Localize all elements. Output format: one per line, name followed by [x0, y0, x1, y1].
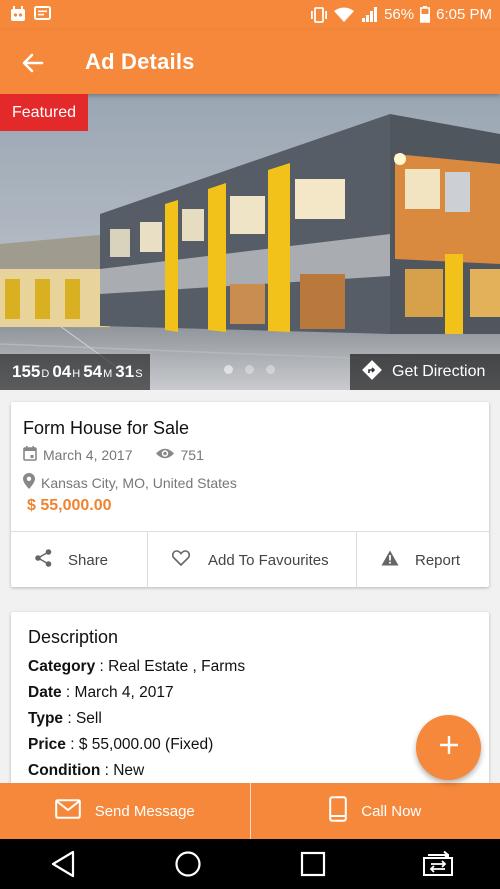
description-key: Category — [28, 658, 96, 675]
page-title: Ad Details — [85, 49, 195, 74]
view-count: 751 — [180, 447, 204, 463]
countdown-minutes: 54 — [83, 362, 103, 381]
call-now-label: Call Now — [361, 802, 422, 820]
add-to-favourites-button[interactable]: Add To Favourites — [148, 532, 357, 588]
wifi-icon — [334, 7, 355, 23]
system-nav-bar — [0, 839, 500, 889]
ad-summary-card: Form House for Sale March 4, 2017 751 Ka… — [11, 402, 489, 588]
description-row-type: Type : Sell — [28, 710, 102, 728]
description-key: Date — [28, 684, 62, 701]
eye-icon — [155, 447, 175, 463]
ad-actions: Share Add To Favourites Report — [11, 531, 489, 588]
countdown-hours-unit: H — [72, 368, 81, 380]
carousel-dot[interactable] — [245, 365, 254, 374]
get-direction-button[interactable]: Get Direction — [350, 354, 500, 390]
countdown-timer: 155D 04H 54M 31S — [0, 354, 150, 390]
description-row-condition: Condition : New — [28, 762, 144, 780]
nav-back-icon[interactable] — [43, 846, 83, 882]
description-row-price: Price : $ 55,000.00 (Fixed) — [28, 736, 213, 754]
share-label: Share — [68, 551, 109, 569]
carousel-indicator — [224, 365, 275, 374]
app-bar: Ad Details — [0, 30, 500, 94]
signal-icon — [360, 6, 378, 23]
add-to-favourites-label: Add To Favourites — [208, 551, 329, 569]
report-button[interactable]: Report — [357, 532, 489, 588]
status-bar: 56% 6:05 PM — [0, 0, 500, 30]
ad-date: March 4, 2017 — [43, 447, 133, 463]
countdown-days-unit: D — [41, 368, 50, 380]
description-value: : Real Estate , Farms — [95, 658, 246, 675]
nav-home-icon[interactable] — [168, 846, 208, 882]
countdown-days: 155 — [12, 362, 41, 381]
description-value: : Sell — [63, 710, 102, 727]
calendar-icon — [23, 446, 37, 464]
heart-icon — [171, 550, 191, 570]
share-icon — [35, 549, 52, 571]
warning-icon — [381, 550, 399, 570]
app-notification-icon — [10, 6, 26, 22]
description-card: Description Category : Real Estate , Far… — [11, 612, 489, 802]
nav-switch-icon[interactable] — [418, 846, 458, 882]
countdown-seconds-unit: S — [135, 368, 143, 380]
envelope-icon — [54, 799, 81, 823]
description-row-category: Category : Real Estate , Farms — [28, 658, 245, 676]
battery-icon — [420, 6, 431, 23]
nav-recents-icon[interactable] — [293, 846, 333, 882]
ad-price: $ 55,000.00 — [27, 497, 112, 514]
location-text: Kansas City, MO, United States — [41, 474, 237, 491]
description-value: : New — [100, 762, 145, 779]
directions-icon — [362, 359, 382, 385]
add-fab-button[interactable] — [416, 715, 481, 780]
ad-image-carousel[interactable]: Featured 155D 04H 54M 31S Get Direction — [0, 94, 500, 390]
send-message-label: Send Message — [94, 802, 195, 820]
message-notification-icon — [34, 6, 52, 22]
building-photo — [0, 94, 500, 390]
ad-title: Form House for Sale — [23, 418, 190, 438]
featured-badge: Featured — [0, 94, 89, 131]
description-row-date: Date : March 4, 2017 — [28, 684, 174, 702]
contact-bar: Send Message Call Now — [0, 783, 500, 839]
description-value: : March 4, 2017 — [61, 684, 174, 701]
ad-meta: March 4, 2017 751 — [23, 446, 204, 464]
description-key: Type — [28, 710, 64, 727]
ad-location: Kansas City, MO, United States — [23, 473, 237, 492]
location-pin-icon — [23, 473, 35, 492]
carousel-dot[interactable] — [266, 365, 275, 374]
countdown-seconds: 31 — [115, 362, 135, 381]
report-label: Report — [415, 551, 461, 569]
description-value: : $ 55,000.00 (Fixed) — [65, 736, 214, 753]
description-heading: Description — [28, 627, 119, 647]
send-message-button[interactable]: Send Message — [0, 783, 251, 839]
get-direction-label: Get Direction — [392, 363, 486, 380]
phone-icon — [329, 796, 348, 826]
back-arrow-icon[interactable] — [18, 48, 48, 78]
clock: 6:05 PM — [436, 6, 492, 23]
call-now-button[interactable]: Call Now — [251, 783, 500, 839]
vibrate-icon — [310, 6, 328, 23]
battery-percent: 56% — [384, 6, 415, 23]
description-key: Price — [28, 736, 66, 753]
countdown-minutes-unit: M — [103, 368, 113, 380]
carousel-dot[interactable] — [224, 365, 233, 374]
share-button[interactable]: Share — [11, 532, 148, 588]
description-key: Condition — [28, 762, 101, 779]
plus-icon — [439, 735, 459, 760]
countdown-hours: 04 — [52, 362, 72, 381]
